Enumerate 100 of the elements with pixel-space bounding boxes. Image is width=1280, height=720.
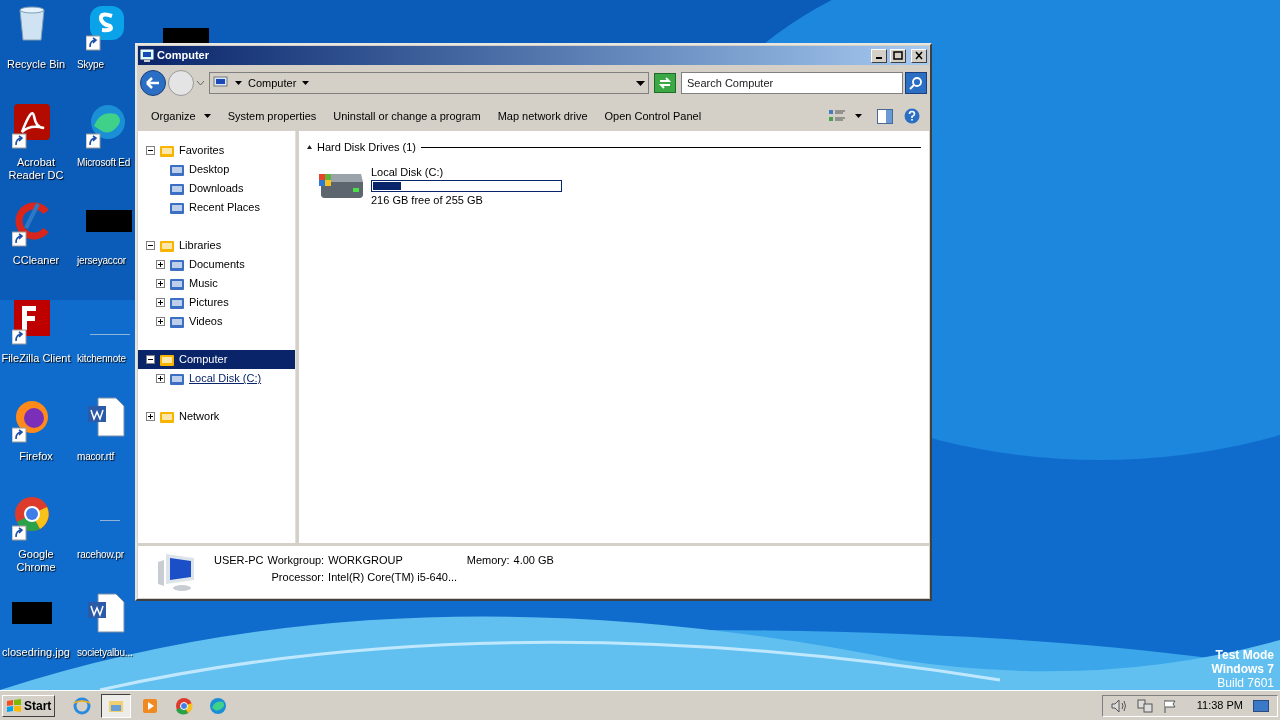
windows-flag-icon (6, 698, 22, 713)
nav-tree-item[interactable]: Computer (138, 350, 295, 369)
toolbar-button[interactable]: Open Control Panel (596, 104, 710, 128)
nav-tree-item[interactable]: Libraries (138, 236, 295, 255)
browser-icon (73, 696, 92, 715)
nav-item-label: Pictures (189, 295, 229, 311)
expand-icon[interactable] (156, 317, 165, 326)
field-value: 4.00 GB (513, 553, 554, 567)
collapse-icon[interactable] (307, 145, 312, 150)
refresh-button[interactable] (654, 73, 676, 93)
clock[interactable]: 11:38 PM (1196, 697, 1243, 714)
caret-icon[interactable] (636, 80, 645, 86)
nav-tree-item[interactable]: Videos (138, 312, 295, 331)
caret-icon[interactable] (302, 81, 310, 85)
desktop-icon-label[interactable]: Acrobat Reader DC (0, 156, 72, 182)
expand-icon[interactable] (146, 412, 155, 421)
field-label: Workgroup: (267, 553, 325, 567)
nav-item-label: Computer (179, 352, 228, 368)
search-button[interactable] (905, 72, 927, 94)
flag-icon[interactable] (1162, 698, 1177, 713)
history-dropdown-icon[interactable] (196, 80, 205, 86)
caret-icon[interactable] (855, 114, 862, 118)
field-label: Processor: (271, 570, 325, 584)
group-header[interactable]: Hard Disk Drives (1) (317, 139, 416, 156)
media-player-icon (141, 696, 160, 715)
desktop-icon-label[interactable]: FileZilla Client (0, 352, 72, 365)
back-button[interactable] (140, 70, 166, 96)
nav-item-label: Music (189, 276, 218, 292)
desktop-icon-label[interactable]: Google Chrome (0, 548, 72, 574)
nav-item-label: Local Disk (C:) (189, 371, 262, 387)
show-desktop-icon[interactable] (1253, 698, 1269, 713)
expand-icon[interactable] (156, 260, 165, 269)
maximize-icon (893, 51, 903, 60)
expand-icon[interactable] (156, 298, 165, 307)
start-button[interactable]: Start (2, 694, 56, 717)
field-value: WORKGROUP (328, 553, 403, 567)
caret-icon[interactable] (235, 81, 242, 85)
search-input[interactable]: Search Computer (687, 74, 902, 92)
nav-tree-item[interactable]: Network (138, 407, 295, 426)
collapse-icon[interactable] (146, 355, 155, 364)
computer-icon (140, 48, 154, 63)
network-icon[interactable] (1136, 698, 1153, 713)
drive-name: Local Disk (C:) (371, 164, 445, 179)
nav-tree-item[interactable]: Downloads (138, 179, 295, 198)
nav-item-label: Downloads (189, 181, 244, 197)
nav-item-label: Documents (189, 257, 245, 273)
drive-space: 216 GB free of 255 GB (371, 192, 484, 207)
help-icon[interactable] (904, 108, 920, 124)
drive-item[interactable]: Local Disk (C:) 216 GB free of 255 GB (317, 164, 921, 207)
computer-icon (213, 76, 229, 90)
toolbar-button[interactable]: Map network drive (489, 104, 596, 128)
breadcrumb[interactable]: Computer (248, 74, 297, 92)
nav-tree-item[interactable]: Recent Places (138, 198, 295, 217)
collapse-icon[interactable] (146, 241, 155, 250)
desktop-icon-label[interactable]: Skype (77, 58, 104, 71)
desktop-icon-label[interactable]: Recycle Bin (0, 58, 72, 71)
taskbar-app[interactable] (101, 693, 132, 718)
nav-tree-item[interactable]: Favorites (138, 141, 295, 160)
nav-tree-item[interactable]: Pictures (138, 293, 295, 312)
os-build-text: Test Mode (1215, 648, 1274, 662)
nav-tree-item[interactable]: Desktop (138, 160, 295, 179)
expand-icon[interactable] (156, 279, 165, 288)
window-title: Computer (157, 48, 210, 64)
view-options-icon[interactable] (828, 108, 846, 124)
nav-tree-item[interactable]: Local Disk (C:) (138, 369, 295, 388)
address-field[interactable]: Computer (209, 72, 649, 94)
expand-icon[interactable] (156, 374, 165, 383)
field-label: Memory: (466, 553, 510, 567)
browser-icon (209, 696, 228, 715)
close-icon (914, 51, 924, 60)
close-button[interactable] (911, 48, 927, 63)
nav-item-label: Favorites (179, 143, 225, 159)
minimize-button[interactable] (871, 48, 887, 63)
desktop-icon-label[interactable]: jerseyaccor (77, 254, 126, 267)
search-field[interactable]: Search Computer (681, 72, 903, 94)
collapse-icon[interactable] (146, 146, 155, 155)
preview-pane-icon[interactable] (877, 108, 893, 124)
nav-tree-item[interactable]: Music (138, 274, 295, 293)
nav-item-label: Desktop (189, 162, 230, 178)
desktop-icon-label[interactable]: closedring.jpg (0, 646, 72, 659)
desktop-icon-label[interactable]: kitchennote (77, 352, 126, 365)
desktop-icon-label[interactable]: Microsoft Ed (77, 156, 131, 169)
desktop-icon-label[interactable]: Firefox (0, 450, 72, 463)
maximize-button[interactable] (890, 48, 906, 63)
toolbar-button[interactable]: Uninstall or change a program (325, 104, 489, 128)
refresh-icon (658, 77, 672, 89)
field-value: Intel(R) Core(TM) i5-640... (328, 570, 458, 584)
nav-item-label: Network (179, 409, 220, 425)
desktop-icon-label[interactable]: racehow.pr (77, 548, 124, 561)
computer-name: USER-PC (214, 553, 264, 567)
nav-item-label: Videos (189, 314, 223, 330)
toolbar-button[interactable]: Organize (143, 104, 219, 128)
toolbar-button[interactable]: System properties (219, 104, 325, 128)
desktop-icon-label[interactable]: societyalbu... (77, 646, 133, 659)
desktop-icon-label[interactable]: macor.rtf (77, 450, 115, 463)
search-icon (909, 76, 923, 90)
nav-tree-item[interactable]: Documents (138, 255, 295, 274)
back-arrow-icon (146, 77, 160, 89)
desktop-icon-label[interactable]: CCleaner (0, 254, 72, 267)
speaker-icon[interactable] (1110, 698, 1127, 713)
